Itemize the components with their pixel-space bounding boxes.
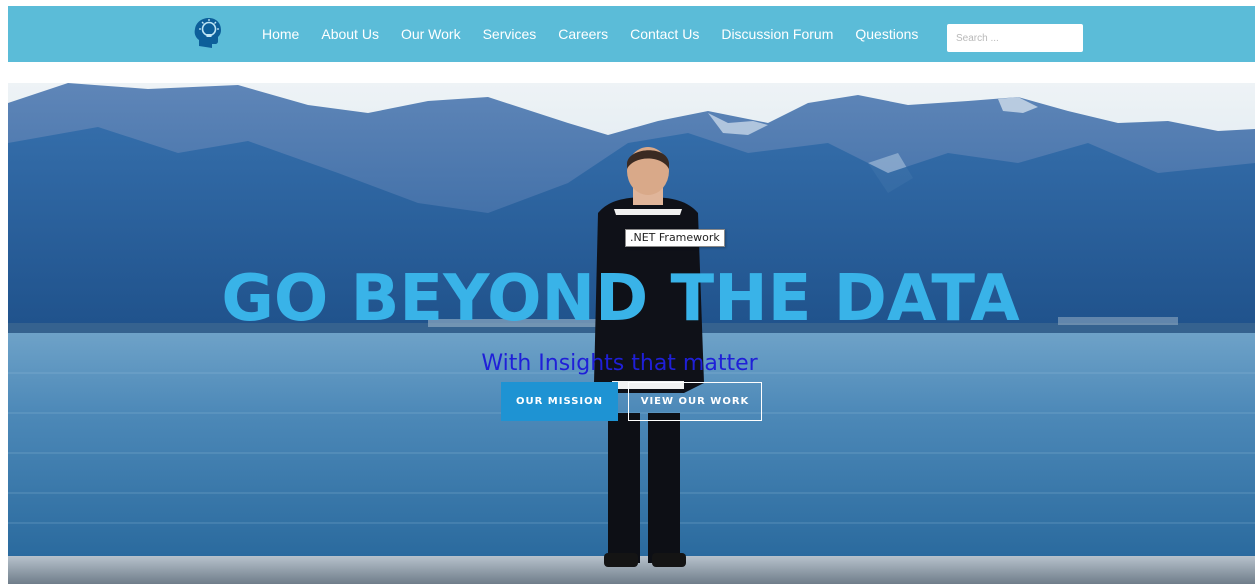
hero-subtitle: With Insights that matter [481, 351, 758, 376]
nav-link-questions[interactable]: Questions [844, 6, 929, 62]
nav-link-our-work[interactable]: Our Work [390, 6, 472, 62]
head-lightbulb-icon[interactable] [191, 16, 225, 50]
nav-link-about-us[interactable]: About Us [310, 6, 390, 62]
hero-title: GO BEYOND THE DATA [221, 262, 1020, 336]
nav-links: Home About Us Our Work Services Careers … [262, 6, 929, 62]
our-mission-button[interactable]: OUR MISSION [501, 382, 618, 421]
view-our-work-button[interactable]: VIEW OUR WORK [628, 382, 762, 421]
hero-banner: .NET Framework GO BEYOND THE DATA With I… [8, 83, 1255, 584]
navbar: Home About Us Our Work Services Careers … [8, 6, 1255, 62]
nav-link-services[interactable]: Services [472, 6, 548, 62]
nav-link-contact-us[interactable]: Contact Us [619, 6, 710, 62]
nav-link-discussion-forum[interactable]: Discussion Forum [710, 6, 844, 62]
nav-link-home[interactable]: Home [262, 6, 310, 62]
tooltip: .NET Framework [625, 229, 725, 247]
nav-link-careers[interactable]: Careers [547, 6, 619, 62]
search-input[interactable] [947, 24, 1083, 52]
